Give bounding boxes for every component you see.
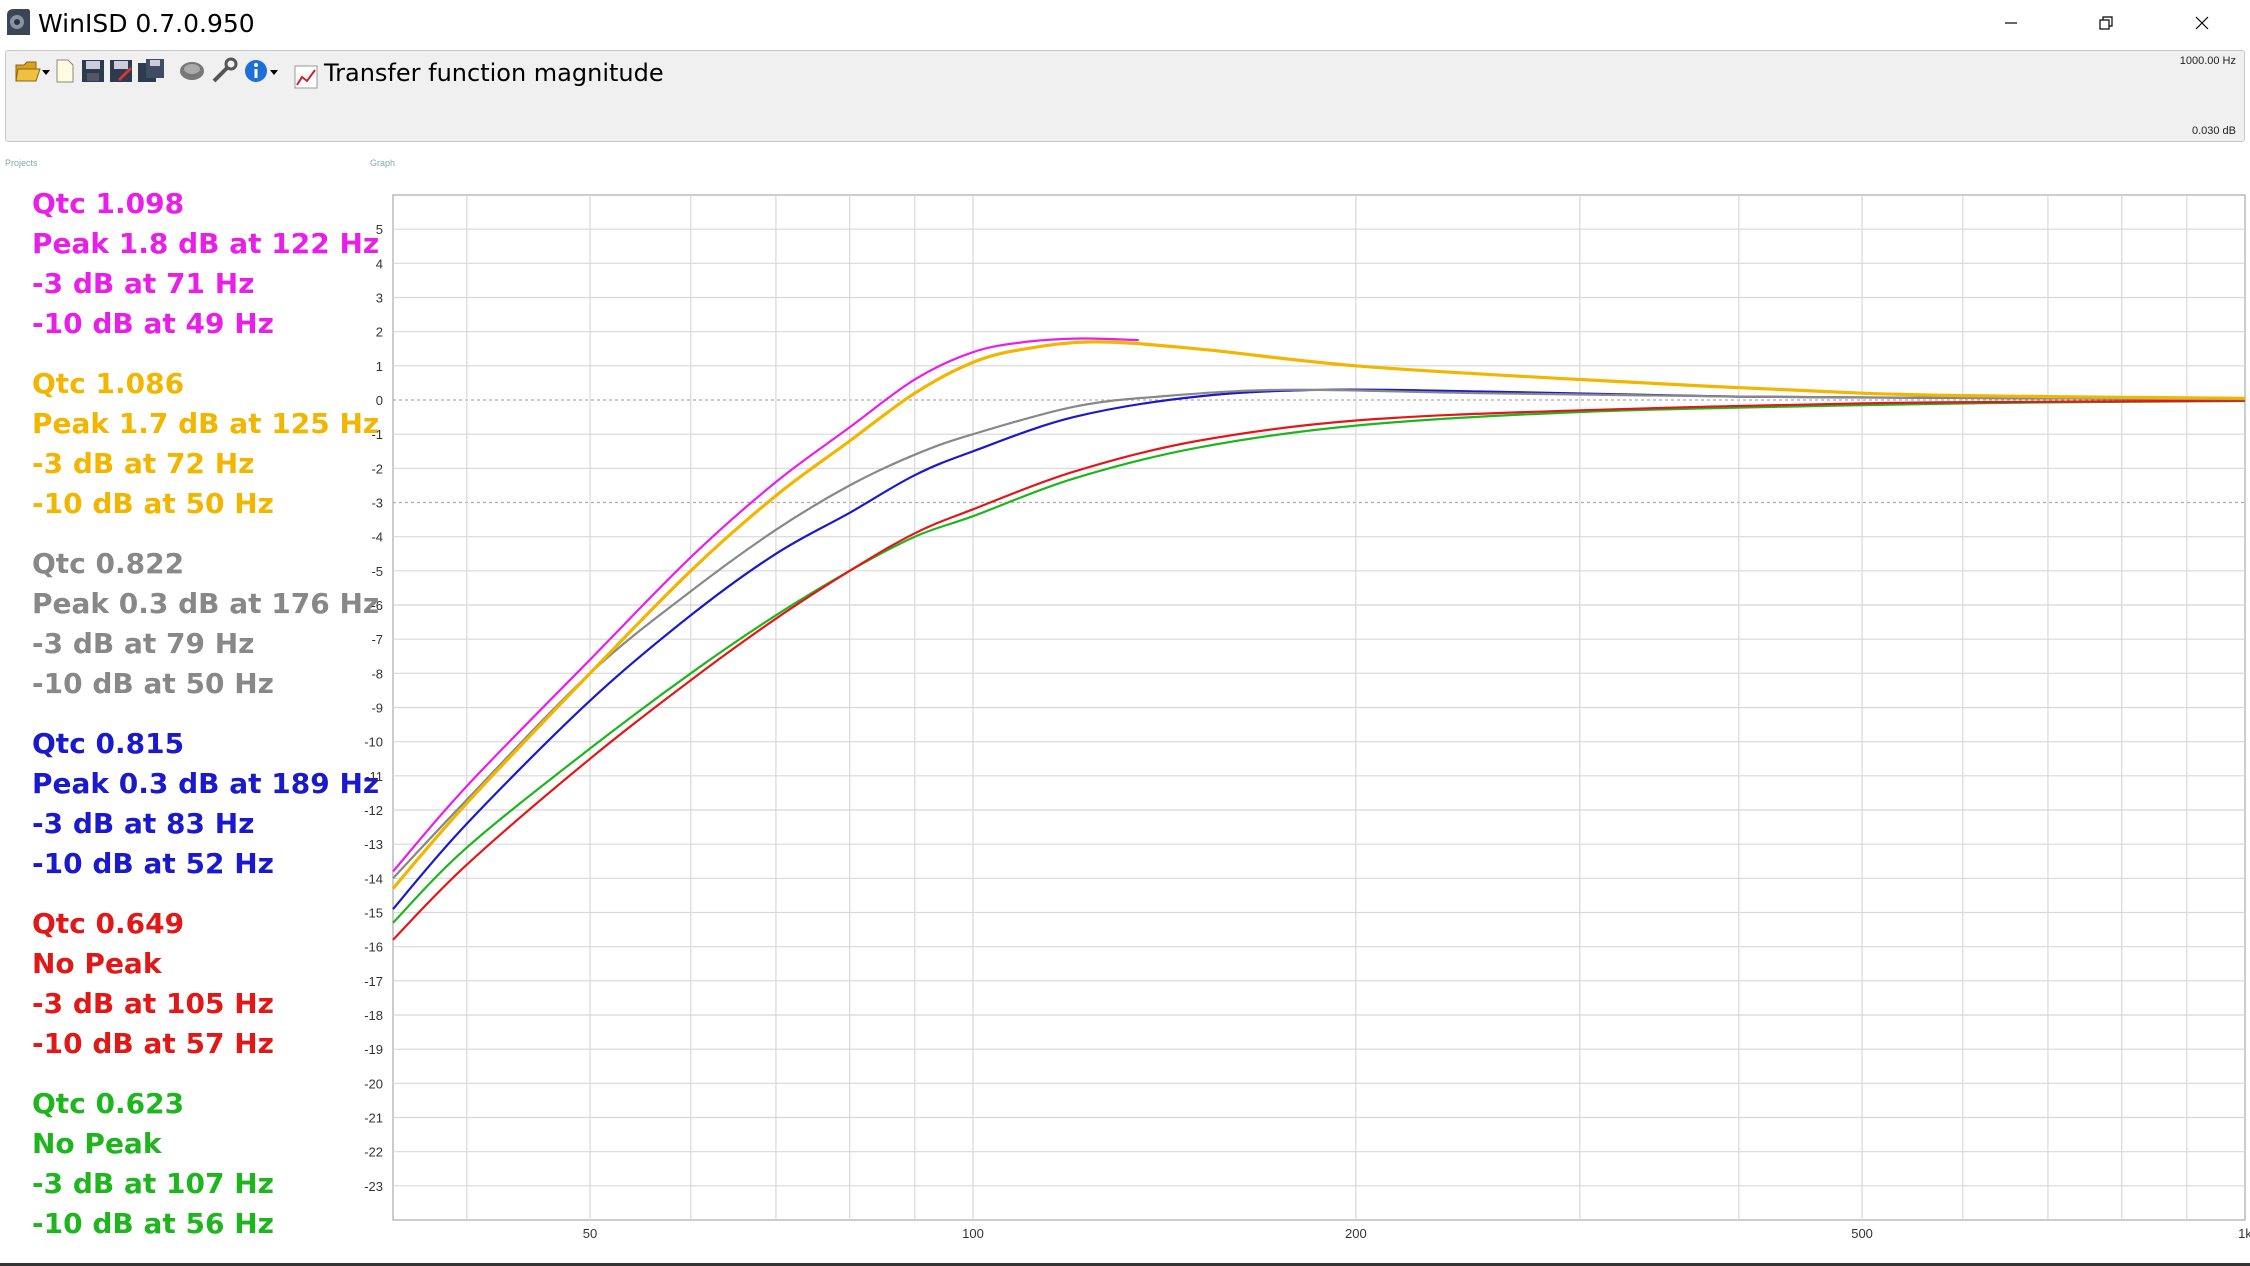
driver-icon[interactable]	[178, 57, 206, 85]
y-tick-label: -11	[365, 769, 383, 784]
annotation-minus3db: -3 dB at 105 Hz	[32, 987, 274, 1020]
annotation-qtc: Qtc 0.623	[32, 1087, 185, 1120]
minimize-icon	[2005, 22, 2017, 24]
info-icon[interactable]	[242, 57, 280, 85]
annotation-peak: Peak 0.3 dB at 189 Hz	[32, 767, 380, 800]
annotation-group: Qtc 0.623 No Peak -3 dB at 107 Hz -10 dB…	[32, 1084, 352, 1244]
annotation-minus10db: -10 dB at 56 Hz	[32, 1207, 274, 1240]
annotation-peak: Peak 1.7 dB at 125 Hz	[32, 407, 380, 440]
y-tick-label: 0	[376, 393, 383, 408]
y-tick-label: -8	[371, 666, 383, 681]
annotation-qtc: Qtc 0.822	[32, 547, 185, 580]
annotation-minus3db: -3 dB at 107 Hz	[32, 1167, 274, 1200]
y-tick-label: 5	[376, 222, 383, 237]
y-tick-label: 4	[376, 256, 383, 271]
y-tick-label: 2	[376, 325, 383, 340]
annotation-minus3db: -3 dB at 71 Hz	[32, 267, 255, 300]
x-axis-labels: 50 100 200 500 1k	[583, 1226, 2250, 1240]
transfer-function-graph[interactable]: 5 4 3 2 1 0 -1 -2 -3 -4 -5 -6 -7 -8 -9 -10 -11 -12 -13 -14 -…	[360, 180, 2250, 1240]
graph-grid	[392, 194, 2246, 1221]
y-tick-label: -7	[371, 632, 383, 647]
graph-type-label[interactable]: Transfer function magnitude	[324, 59, 664, 87]
save-all-icon[interactable]	[136, 57, 166, 85]
winisd-app-icon	[7, 9, 30, 35]
y-tick-label: 1	[376, 359, 383, 374]
annotation-group: Qtc 0.649 No Peak -3 dB at 105 Hz -10 dB…	[32, 904, 352, 1064]
y-tick-label: -15	[364, 906, 383, 921]
y-tick-label: -16	[364, 940, 383, 955]
y-tick-label: -5	[371, 564, 383, 579]
annotation-peak: No Peak	[32, 947, 162, 980]
toolbar: Transfer function magnitude 1000.00 Hz 0…	[5, 50, 2245, 142]
annotation-group: Qtc 1.086 Peak 1.7 dB at 125 Hz -3 dB at…	[32, 364, 380, 524]
annotation-minus10db: -10 dB at 50 Hz	[32, 487, 274, 520]
annotation-peak: Peak 1.8 dB at 122 Hz	[32, 227, 380, 260]
annotation-minus3db: -3 dB at 72 Hz	[32, 447, 255, 480]
y-tick-label: 3	[376, 291, 383, 306]
annotation-minus3db: -3 dB at 79 Hz	[32, 627, 255, 660]
annotation-qtc: Qtc 1.086	[32, 367, 185, 400]
y-tick-label: -14	[364, 871, 383, 886]
y-tick-label: -23	[364, 1179, 383, 1194]
x-tick-label: 100	[962, 1226, 984, 1240]
save-as-icon[interactable]	[108, 57, 134, 85]
annotation-group: Qtc 1.098 Peak 1.8 dB at 122 Hz -3 dB at…	[32, 184, 380, 344]
annotation-peak: Peak 0.3 dB at 176 Hz	[32, 587, 380, 620]
close-button[interactable]	[2154, 0, 2250, 46]
y-tick-label: -18	[364, 1008, 383, 1023]
y-tick-label: -6	[371, 598, 383, 613]
y-tick-label: -4	[371, 530, 383, 545]
annotation-qtc: Qtc 0.815	[32, 727, 185, 760]
x-tick-label: 500	[1851, 1226, 1873, 1240]
y-tick-label: -3	[371, 496, 383, 511]
db-readout: 0.030 dB	[2191, 125, 2236, 137]
graph-type-icon[interactable]	[294, 63, 318, 91]
x-tick-label: 1k	[2238, 1226, 2250, 1240]
minimize-button[interactable]	[1963, 0, 2059, 46]
folder-open-icon[interactable]	[14, 57, 52, 85]
title-bar: WinISD 0.7.0.950	[0, 0, 2250, 46]
y-tick-label: -19	[364, 1042, 383, 1057]
annotation-minus10db: -10 dB at 50 Hz	[32, 667, 274, 700]
close-icon	[2195, 16, 2209, 30]
annotation-minus10db: -10 dB at 49 Hz	[32, 307, 274, 340]
save-icon[interactable]	[80, 57, 106, 85]
y-tick-label: -21	[364, 1111, 383, 1126]
annotation-qtc: Qtc 1.098	[32, 187, 185, 220]
annotation-panel: Qtc 1.098 Peak 1.8 dB at 122 Hz -3 dB at…	[32, 184, 380, 1264]
y-axis-labels: 5 4 3 2 1 0 -1 -2 -3 -4 -5 -6 -7 -8 -9 -10 -11 -12 -13 -14 -…	[364, 222, 383, 1194]
projects-caption: Projects	[5, 158, 38, 168]
x-tick-label: 200	[1345, 1226, 1367, 1240]
y-tick-label: -10	[364, 735, 383, 750]
y-tick-label: -9	[371, 701, 383, 716]
frequency-readout: 1000.00 Hz	[2179, 55, 2236, 67]
annotation-minus10db: -10 dB at 52 Hz	[32, 847, 274, 880]
y-tick-label: -2	[371, 461, 383, 476]
restore-icon	[2099, 16, 2113, 30]
y-tick-label: -12	[364, 803, 383, 818]
annotation-group: Qtc 0.815 Peak 0.3 dB at 189 Hz -3 dB at…	[32, 724, 380, 884]
y-tick-label: -20	[364, 1076, 383, 1091]
y-tick-label: -17	[364, 974, 383, 989]
new-file-icon[interactable]	[54, 57, 76, 85]
y-tick-label: -13	[364, 837, 383, 852]
y-tick-label: -22	[364, 1145, 383, 1160]
restore-button[interactable]	[2058, 0, 2154, 46]
annotation-minus10db: -10 dB at 57 Hz	[32, 1027, 274, 1060]
window-title: WinISD 0.7.0.950	[38, 9, 255, 38]
graph-caption: Graph	[370, 158, 396, 168]
annotation-group: Qtc 0.822 Peak 0.3 dB at 176 Hz -3 dB at…	[32, 544, 380, 704]
y-tick-label: -1	[371, 427, 383, 442]
annotation-qtc: Qtc 0.649	[32, 907, 185, 940]
x-tick-label: 50	[583, 1226, 597, 1240]
tools-icon[interactable]	[210, 57, 238, 85]
annotation-peak: No Peak	[32, 1127, 162, 1160]
annotation-minus3db: -3 dB at 83 Hz	[32, 807, 255, 840]
